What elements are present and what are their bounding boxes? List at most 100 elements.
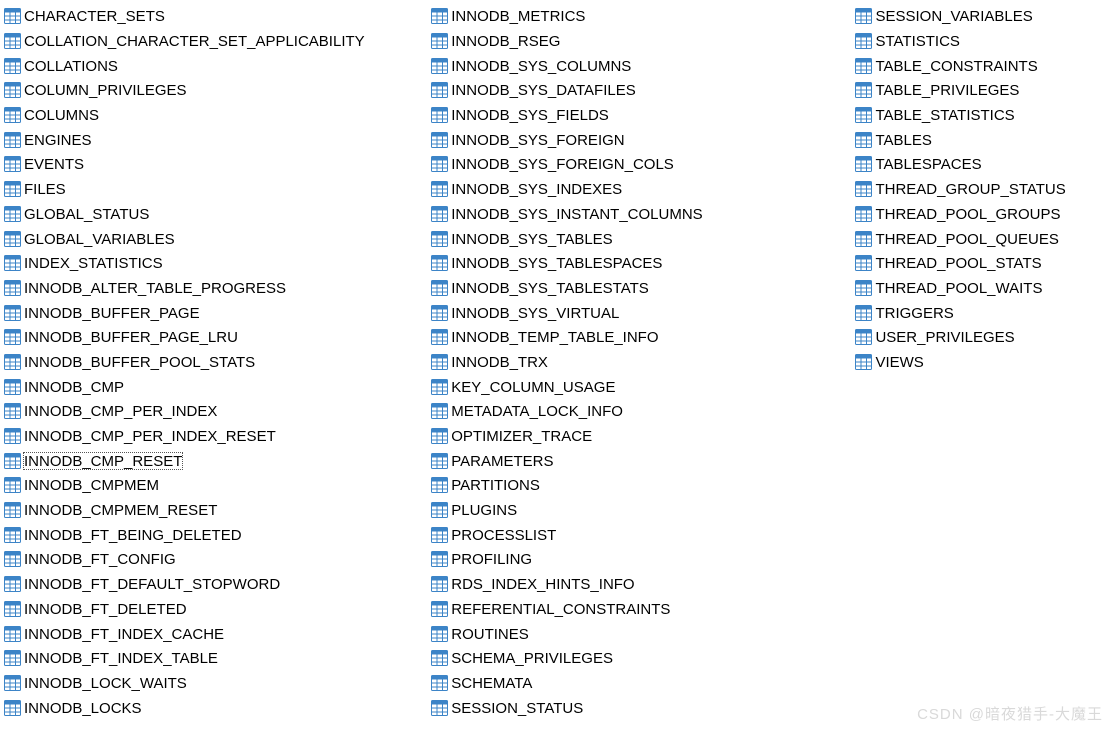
table-item[interactable]: TRIGGERS bbox=[853, 300, 1113, 325]
table-item[interactable]: TABLE_STATISTICS bbox=[853, 103, 1113, 128]
table-item[interactable]: TABLESPACES bbox=[853, 152, 1113, 177]
table-icon bbox=[431, 107, 448, 123]
table-item[interactable]: INNODB_BUFFER_PAGE bbox=[2, 300, 429, 325]
table-column: SESSION_VARIABLESSTATISTICS TABLE_CONSTRA… bbox=[853, 4, 1113, 374]
table-item[interactable]: INNODB_SYS_TABLESPACES bbox=[429, 251, 853, 276]
table-item[interactable]: INNODB_FT_BEING_DELETED bbox=[2, 522, 429, 547]
table-item[interactable]: INNODB_FT_DELETED bbox=[2, 597, 429, 622]
table-item-label: INNODB_SYS_FIELDS bbox=[451, 107, 609, 123]
table-item[interactable]: INNODB_LOCK_WAITS bbox=[2, 671, 429, 696]
table-item[interactable]: METADATA_LOCK_INFO bbox=[429, 399, 853, 424]
table-item[interactable]: GLOBAL_VARIABLES bbox=[2, 226, 429, 251]
table-item[interactable]: INNODB_SYS_INSTANT_COLUMNS bbox=[429, 202, 853, 227]
table-icon bbox=[431, 700, 448, 716]
table-icon bbox=[855, 132, 872, 148]
table-item[interactable]: THREAD_GROUP_STATUS bbox=[853, 177, 1113, 202]
table-item[interactable]: ENGINES bbox=[2, 127, 429, 152]
table-item[interactable]: INNODB_BUFFER_POOL_STATS bbox=[2, 350, 429, 375]
table-item[interactable]: INNODB_SYS_TABLESTATS bbox=[429, 276, 853, 301]
table-item[interactable]: THREAD_POOL_WAITS bbox=[853, 276, 1113, 301]
table-icon bbox=[4, 354, 21, 370]
table-item[interactable]: INNODB_FT_DEFAULT_STOPWORD bbox=[2, 572, 429, 597]
table-item[interactable]: SESSION_VARIABLES bbox=[853, 4, 1113, 29]
table-item[interactable]: INNODB_CMP_PER_INDEX bbox=[2, 399, 429, 424]
table-item[interactable]: USER_PRIVILEGES bbox=[853, 325, 1113, 350]
table-item[interactable]: THREAD_POOL_STATS bbox=[853, 251, 1113, 276]
table-item[interactable]: THREAD_POOL_QUEUES bbox=[853, 226, 1113, 251]
table-item[interactable]: INNODB_FT_INDEX_TABLE bbox=[2, 646, 429, 671]
table-item-label: INNODB_LOCKS bbox=[24, 700, 142, 716]
table-icon bbox=[4, 601, 21, 617]
table-icon bbox=[431, 305, 448, 321]
table-item-label: REFERENTIAL_CONSTRAINTS bbox=[451, 601, 670, 617]
table-item[interactable]: INNODB_SYS_COLUMNS bbox=[429, 53, 853, 78]
table-item-label: INNODB_CMP bbox=[24, 379, 124, 395]
table-item-label: INNODB_CMPMEM_RESET bbox=[24, 502, 217, 518]
table-item[interactable]: INNODB_CMP bbox=[2, 374, 429, 399]
table-icon bbox=[431, 156, 448, 172]
table-item[interactable]: INDEX_STATISTICS bbox=[2, 251, 429, 276]
table-item[interactable]: THREAD_POOL_GROUPS bbox=[853, 202, 1113, 227]
table-item[interactable]: PLUGINS bbox=[429, 498, 853, 523]
table-item-label: INNODB_SYS_TABLESTATS bbox=[451, 280, 649, 296]
table-item[interactable]: INNODB_SYS_TABLES bbox=[429, 226, 853, 251]
table-item[interactable]: INNODB_TRX bbox=[429, 350, 853, 375]
table-item[interactable]: COLLATION_CHARACTER_SET_APPLICABILITY bbox=[2, 29, 429, 54]
table-item[interactable]: KEY_COLUMN_USAGE bbox=[429, 374, 853, 399]
table-item[interactable]: INNODB_SYS_FOREIGN_COLS bbox=[429, 152, 853, 177]
table-item[interactable]: INNODB_SYS_INDEXES bbox=[429, 177, 853, 202]
table-item[interactable]: COLUMN_PRIVILEGES bbox=[2, 78, 429, 103]
table-icon bbox=[855, 255, 872, 271]
table-icon bbox=[4, 156, 21, 172]
table-item[interactable]: PROFILING bbox=[429, 547, 853, 572]
table-item[interactable]: INNODB_SYS_VIRTUAL bbox=[429, 300, 853, 325]
table-item[interactable]: INNODB_SYS_FIELDS bbox=[429, 103, 853, 128]
table-item[interactable]: VIEWS bbox=[853, 350, 1113, 375]
table-item-label: INNODB_SYS_INSTANT_COLUMNS bbox=[451, 206, 702, 222]
table-item[interactable]: STATISTICS bbox=[853, 29, 1113, 54]
table-item-label: INNODB_SYS_DATAFILES bbox=[451, 82, 636, 98]
table-item-label: RDS_INDEX_HINTS_INFO bbox=[451, 576, 634, 592]
table-item[interactable]: EVENTS bbox=[2, 152, 429, 177]
table-item-label: SCHEMATA bbox=[451, 675, 532, 691]
table-item[interactable]: ROUTINES bbox=[429, 621, 853, 646]
table-item[interactable]: OPTIMIZER_TRACE bbox=[429, 424, 853, 449]
table-item-label: TABLE_CONSTRAINTS bbox=[875, 58, 1037, 74]
table-item[interactable]: INNODB_FT_INDEX_CACHE bbox=[2, 621, 429, 646]
table-item[interactable]: INNODB_RSEG bbox=[429, 29, 853, 54]
table-icon bbox=[4, 132, 21, 148]
table-icon bbox=[4, 58, 21, 74]
table-item[interactable]: INNODB_SYS_FOREIGN bbox=[429, 127, 853, 152]
table-item[interactable]: TABLES bbox=[853, 127, 1113, 152]
table-item[interactable]: SESSION_STATUS bbox=[429, 695, 853, 720]
table-item[interactable]: PROCESSLIST bbox=[429, 522, 853, 547]
table-item-label: ENGINES bbox=[24, 132, 92, 148]
table-item[interactable]: PARTITIONS bbox=[429, 473, 853, 498]
table-item[interactable]: INNODB_CMP_PER_INDEX_RESET bbox=[2, 424, 429, 449]
table-item[interactable]: INNODB_CMPMEM_RESET bbox=[2, 498, 429, 523]
table-item[interactable]: INNODB_SYS_DATAFILES bbox=[429, 78, 853, 103]
table-item-label: INNODB_TRX bbox=[451, 354, 548, 370]
table-item[interactable]: SCHEMA_PRIVILEGES bbox=[429, 646, 853, 671]
table-item[interactable]: TABLE_PRIVILEGES bbox=[853, 78, 1113, 103]
table-item[interactable]: SCHEMATA bbox=[429, 671, 853, 696]
table-item[interactable]: RDS_INDEX_HINTS_INFO bbox=[429, 572, 853, 597]
table-item[interactable]: INNODB_FT_CONFIG bbox=[2, 547, 429, 572]
table-item[interactable]: TABLE_CONSTRAINTS bbox=[853, 53, 1113, 78]
table-item[interactable]: INNODB_CMP_RESET bbox=[2, 448, 429, 473]
table-item[interactable]: GLOBAL_STATUS bbox=[2, 202, 429, 227]
table-icon bbox=[4, 231, 21, 247]
table-item[interactable]: CHARACTER_SETS bbox=[2, 4, 429, 29]
table-item[interactable]: INNODB_METRICS bbox=[429, 4, 853, 29]
table-item[interactable]: COLUMNS bbox=[2, 103, 429, 128]
table-item[interactable]: INNODB_ALTER_TABLE_PROGRESS bbox=[2, 276, 429, 301]
table-item[interactable]: INNODB_TEMP_TABLE_INFO bbox=[429, 325, 853, 350]
table-item[interactable]: PARAMETERS bbox=[429, 448, 853, 473]
table-item[interactable]: INNODB_CMPMEM bbox=[2, 473, 429, 498]
table-item[interactable]: FILES bbox=[2, 177, 429, 202]
table-item[interactable]: COLLATIONS bbox=[2, 53, 429, 78]
table-item[interactable]: INNODB_BUFFER_PAGE_LRU bbox=[2, 325, 429, 350]
table-item[interactable]: INNODB_LOCKS bbox=[2, 695, 429, 720]
table-item-label: CHARACTER_SETS bbox=[24, 8, 165, 24]
table-item[interactable]: REFERENTIAL_CONSTRAINTS bbox=[429, 597, 853, 622]
